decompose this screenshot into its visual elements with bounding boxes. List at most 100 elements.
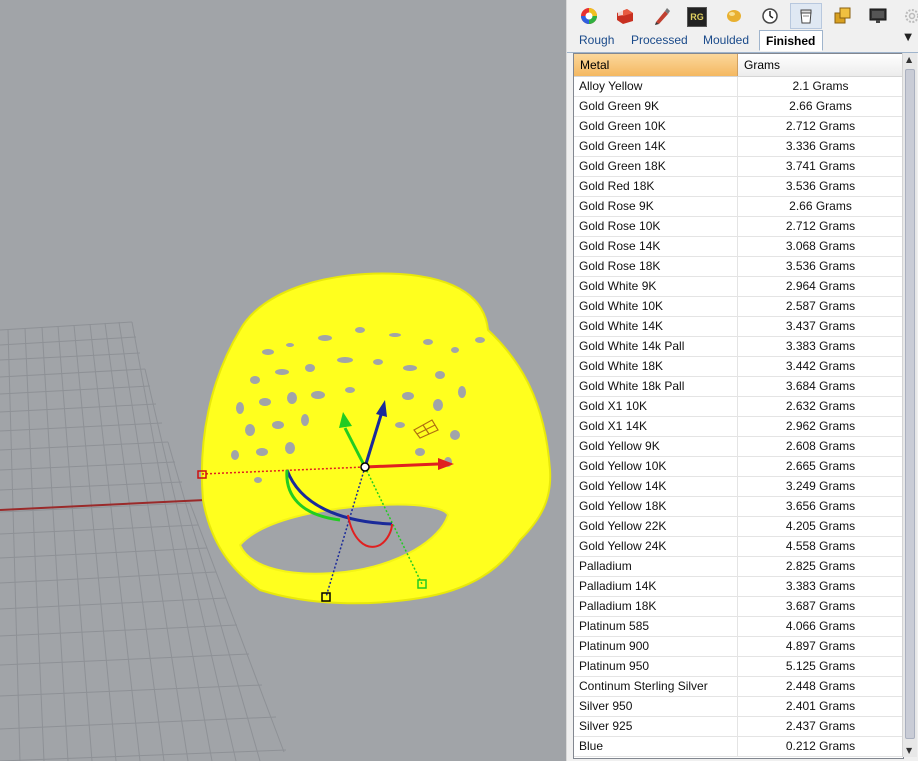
gold-blob-icon[interactable] — [723, 5, 745, 27]
metal-cell[interactable]: Gold Green 10K — [574, 117, 738, 136]
table-row[interactable]: Gold Rose 14K 3.068 Grams — [574, 237, 903, 257]
grams-cell[interactable]: 3.249 Grams — [738, 477, 903, 496]
metal-cell[interactable]: Gold Rose 9K — [574, 197, 738, 216]
metal-cell[interactable]: Platinum 900 — [574, 637, 738, 656]
grams-cell[interactable]: 2.587 Grams — [738, 297, 903, 316]
grams-cell[interactable]: 2.401 Grams — [738, 697, 903, 716]
metal-cell[interactable]: Palladium 18K — [574, 597, 738, 616]
grams-cell[interactable]: 3.536 Grams — [738, 257, 903, 276]
table-row[interactable]: Platinum 950 5.125 Grams — [574, 657, 903, 677]
grams-cell[interactable]: 3.656 Grams — [738, 497, 903, 516]
metal-cell[interactable]: Gold Rose 14K — [574, 237, 738, 256]
grams-cell[interactable]: 3.383 Grams — [738, 577, 903, 596]
metal-cell[interactable]: Gold Yellow 22K — [574, 517, 738, 536]
grams-cell[interactable]: 2.1 Grams — [738, 77, 903, 96]
table-row[interactable]: Gold Rose 9K 2.66 Grams — [574, 197, 903, 217]
metal-weight-icon[interactable] — [790, 3, 822, 29]
table-row[interactable]: Gold White 18k Pall 3.684 Grams — [574, 377, 903, 397]
table-row[interactable]: Gold Green 14K 3.336 Grams — [574, 137, 903, 157]
tab-processed[interactable]: Processed — [631, 30, 688, 51]
grams-cell[interactable]: 2.632 Grams — [738, 397, 903, 416]
metal-cell[interactable]: Gold Yellow 9K — [574, 437, 738, 456]
3d-viewport[interactable] — [0, 0, 566, 761]
gold-tiles-icon[interactable] — [832, 5, 854, 27]
grams-cell[interactable]: 4.066 Grams — [738, 617, 903, 636]
metal-cell[interactable]: Gold White 14k Pall — [574, 337, 738, 356]
metal-cell[interactable]: Gold White 10K — [574, 297, 738, 316]
grams-cell[interactable]: 4.558 Grams — [738, 537, 903, 556]
metal-cell[interactable]: Silver 925 — [574, 717, 738, 736]
column-header-grams[interactable]: Grams — [738, 54, 903, 76]
table-row[interactable]: Palladium 18K 3.687 Grams — [574, 597, 903, 617]
tab-rough[interactable]: Rough — [579, 30, 614, 51]
metal-cell[interactable]: Blue — [574, 737, 738, 756]
metal-cell[interactable]: Gold X1 10K — [574, 397, 738, 416]
table-row[interactable]: Gold Yellow 9K 2.608 Grams — [574, 437, 903, 457]
table-row[interactable]: Gold Rose 18K 3.536 Grams — [574, 257, 903, 277]
metal-cell[interactable]: Silver 950 — [574, 697, 738, 716]
table-row[interactable]: Gold Yellow 24K 4.558 Grams — [574, 537, 903, 557]
grams-cell[interactable]: 3.741 Grams — [738, 157, 903, 176]
grams-cell[interactable]: 2.962 Grams — [738, 417, 903, 436]
grams-cell[interactable]: 4.205 Grams — [738, 517, 903, 536]
table-row[interactable]: Gold Green 10K 2.712 Grams — [574, 117, 903, 137]
metal-cell[interactable]: Gold Red 18K — [574, 177, 738, 196]
metal-cell[interactable]: Gold White 18k Pall — [574, 377, 738, 396]
table-row[interactable]: Gold White 18K 3.442 Grams — [574, 357, 903, 377]
table-row[interactable]: Gold White 14k Pall 3.383 Grams — [574, 337, 903, 357]
rg-icon[interactable]: RG — [687, 7, 707, 27]
table-row[interactable]: Platinum 900 4.897 Grams — [574, 637, 903, 657]
grams-cell[interactable]: 3.068 Grams — [738, 237, 903, 256]
grams-cell[interactable]: 3.442 Grams — [738, 357, 903, 376]
grams-cell[interactable]: 3.437 Grams — [738, 317, 903, 336]
grams-cell[interactable]: 3.684 Grams — [738, 377, 903, 396]
grams-cell[interactable]: 4.897 Grams — [738, 637, 903, 656]
color-wheel-icon[interactable] — [578, 5, 600, 27]
metal-cell[interactable]: Gold White 9K — [574, 277, 738, 296]
table-row[interactable]: Gold Red 18K 3.536 Grams — [574, 177, 903, 197]
metal-cell[interactable]: Palladium — [574, 557, 738, 576]
grams-cell[interactable]: 2.66 Grams — [738, 197, 903, 216]
metal-cell[interactable]: Gold Green 9K — [574, 97, 738, 116]
tabs-dropdown-icon[interactable]: ▼ — [904, 32, 912, 43]
metal-cell[interactable]: Gold White 14K — [574, 317, 738, 336]
column-header-metal[interactable]: Metal — [574, 54, 738, 76]
scrollbar-thumb[interactable] — [905, 69, 915, 739]
table-row[interactable]: Continum Sterling Silver 2.448 Grams — [574, 677, 903, 697]
clock-icon[interactable] — [759, 5, 781, 27]
pen-icon[interactable] — [651, 5, 673, 27]
metal-cell[interactable]: Gold Yellow 24K — [574, 537, 738, 556]
settings-icon[interactable] — [901, 5, 918, 27]
table-row[interactable]: Gold White 14K 3.437 Grams — [574, 317, 903, 337]
metal-cell[interactable]: Platinum 950 — [574, 657, 738, 676]
table-row[interactable]: Gold Yellow 22K 4.205 Grams — [574, 517, 903, 537]
viewport-scene[interactable] — [0, 0, 566, 761]
grams-cell[interactable]: 2.665 Grams — [738, 457, 903, 476]
table-row[interactable]: Gold Rose 10K 2.712 Grams — [574, 217, 903, 237]
metal-cell[interactable]: Continum Sterling Silver — [574, 677, 738, 696]
metal-cell[interactable]: Platinum 585 — [574, 617, 738, 636]
metal-cell[interactable]: Gold Green 14K — [574, 137, 738, 156]
metal-cell[interactable]: Gold X1 14K — [574, 417, 738, 436]
grams-cell[interactable]: 3.383 Grams — [738, 337, 903, 356]
table-row[interactable]: Gold Green 18K 3.741 Grams — [574, 157, 903, 177]
table-row[interactable]: Blue 0.212 Grams — [574, 737, 903, 757]
grams-cell[interactable]: 2.825 Grams — [738, 557, 903, 576]
metal-cell[interactable]: Gold Green 18K — [574, 157, 738, 176]
table-row[interactable]: Palladium 14K 3.383 Grams — [574, 577, 903, 597]
grams-cell[interactable]: 3.536 Grams — [738, 177, 903, 196]
grams-cell[interactable]: 0.212 Grams — [738, 737, 903, 756]
table-row[interactable]: Gold Yellow 14K 3.249 Grams — [574, 477, 903, 497]
grams-cell[interactable]: 2.712 Grams — [738, 217, 903, 236]
tab-moulded[interactable]: Moulded — [703, 30, 749, 51]
table-row[interactable]: Gold X1 10K 2.632 Grams — [574, 397, 903, 417]
scroll-down-icon[interactable]: ▼ — [906, 746, 912, 755]
scroll-up-icon[interactable]: ▲ — [906, 55, 912, 64]
metal-cell[interactable]: Palladium 14K — [574, 577, 738, 596]
grams-cell[interactable]: 2.437 Grams — [738, 717, 903, 736]
table-row[interactable]: Alloy Yellow 2.1 Grams — [574, 77, 903, 97]
metal-cell[interactable]: Gold Rose 10K — [574, 217, 738, 236]
metal-cell[interactable]: Alloy Yellow — [574, 77, 738, 96]
table-row[interactable]: Gold Green 9K 2.66 Grams — [574, 97, 903, 117]
table-row[interactable]: Gold X1 14K 2.962 Grams — [574, 417, 903, 437]
